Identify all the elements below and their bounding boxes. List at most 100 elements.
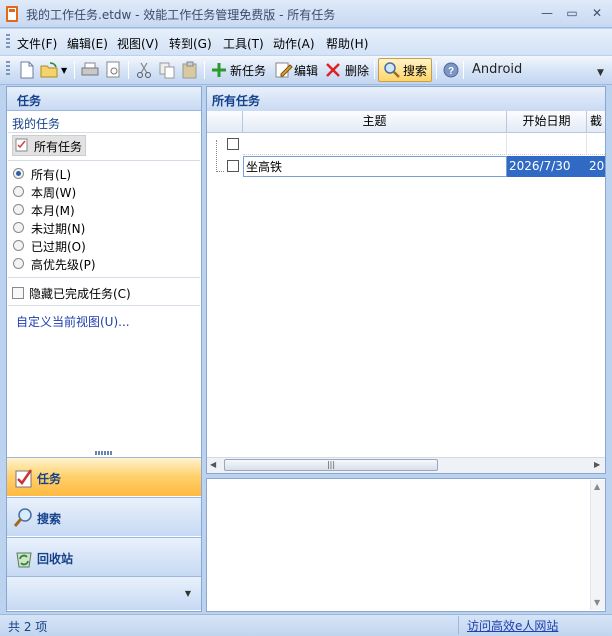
tasks-icon xyxy=(13,467,35,489)
toolbar-separator xyxy=(128,61,129,79)
my-tasks-label: 我的任务 xyxy=(12,117,61,131)
print-icon[interactable] xyxy=(80,60,100,80)
search-icon xyxy=(382,60,402,80)
tree-line xyxy=(216,140,217,172)
filter-label-all[interactable]: 所有(L) xyxy=(31,166,71,183)
scroll-up-icon[interactable]: ▲ xyxy=(594,482,600,491)
toolbar-grip[interactable] xyxy=(6,61,10,77)
table-row[interactable] xyxy=(243,134,605,155)
nav-pane-options[interactable]: ▼ xyxy=(7,576,201,610)
filter-radio-week[interactable] xyxy=(13,186,24,197)
column-header-start-date[interactable]: 开始日期 xyxy=(507,111,587,133)
menu-grip[interactable] xyxy=(6,34,10,50)
delete-button[interactable]: 删除 xyxy=(345,62,369,79)
open-dropdown-icon[interactable]: ▼ xyxy=(61,66,67,75)
search-field[interactable]: Android xyxy=(466,60,594,80)
open-folder-icon[interactable] xyxy=(39,60,59,80)
print-preview-icon[interactable] xyxy=(103,60,123,80)
filter-label-week[interactable]: 本周(W) xyxy=(31,184,76,201)
customize-view-link[interactable]: 自定义当前视图(U)... xyxy=(16,313,130,330)
filter-label-not-expired[interactable]: 未过期(N) xyxy=(31,220,85,237)
row-checkbox[interactable] xyxy=(227,160,239,172)
panel-splitter[interactable] xyxy=(95,451,113,455)
scroll-right-icon[interactable]: ▶ xyxy=(594,460,600,469)
filter-radio-expired[interactable] xyxy=(13,240,24,251)
search-button-label: 搜索 xyxy=(403,64,428,78)
filter-radio-all[interactable] xyxy=(13,168,24,179)
status-separator xyxy=(458,616,459,634)
nav-tasks-label: 任务 xyxy=(37,472,62,486)
all-tasks-label: 所有任务 xyxy=(34,140,83,154)
svg-text:?: ? xyxy=(448,66,454,77)
tree-line xyxy=(216,171,224,172)
copy-icon[interactable] xyxy=(157,60,177,80)
menu-edit[interactable]: 编辑(E) xyxy=(67,35,108,52)
recycle-bin-icon xyxy=(13,547,35,569)
divider xyxy=(8,305,200,306)
vertical-scrollbar[interactable] xyxy=(590,480,605,610)
filter-label-high-priority[interactable]: 高优先级(P) xyxy=(31,256,96,273)
delete-icon[interactable] xyxy=(323,60,343,80)
minimize-button[interactable]: — xyxy=(536,4,558,22)
filter-radio-not-expired[interactable] xyxy=(13,222,24,233)
cut-icon[interactable] xyxy=(134,60,154,80)
nav-search-label: 搜索 xyxy=(37,512,62,526)
filter-radio-high-priority[interactable] xyxy=(13,258,24,269)
cell-subject[interactable]: 坐高铁 xyxy=(243,156,507,177)
grid-header: 主题 开始日期 截 xyxy=(207,111,605,133)
close-button[interactable]: ✕ xyxy=(586,4,608,22)
column-header-due[interactable]: 截 xyxy=(587,111,605,133)
scroll-left-icon[interactable]: ◀ xyxy=(210,460,216,469)
divider xyxy=(8,132,200,133)
cell-subject[interactable] xyxy=(243,134,507,155)
app-icon xyxy=(6,6,18,22)
filter-label-expired[interactable]: 已过期(O) xyxy=(31,238,86,255)
cell-due-date[interactable]: 202 xyxy=(587,156,605,177)
new-task-button[interactable]: 新任务 xyxy=(230,62,266,79)
visit-website-link[interactable]: 访问高效e人网站 xyxy=(467,617,558,634)
toolbar-separator xyxy=(204,61,205,79)
edit-button[interactable]: 编辑 xyxy=(294,62,318,79)
paste-icon[interactable] xyxy=(180,60,200,80)
plus-icon[interactable] xyxy=(209,60,229,80)
toolbar-separator xyxy=(74,61,75,79)
menu-tools[interactable]: 工具(T) xyxy=(223,35,264,52)
divider xyxy=(8,277,200,278)
new-doc-icon[interactable] xyxy=(17,60,37,80)
column-header-subject[interactable]: 主题 xyxy=(243,111,507,133)
nav-recycle-label: 回收站 xyxy=(37,552,74,566)
column-header-check[interactable] xyxy=(207,111,243,133)
task-grid-title: 所有任务 xyxy=(207,87,605,111)
preview-panel[interactable] xyxy=(206,478,606,612)
maximize-button[interactable]: ▭ xyxy=(561,4,583,22)
left-panel-header: 任务 xyxy=(7,87,201,111)
chevron-down-icon: ▼ xyxy=(184,589,191,598)
edit-icon[interactable] xyxy=(273,60,293,80)
cell-start-date[interactable]: 2026/7/30 xyxy=(507,156,587,177)
menu-goto[interactable]: 转到(G) xyxy=(169,35,212,52)
scroll-down-icon[interactable]: ▼ xyxy=(594,598,600,607)
toolbar-separator xyxy=(436,61,437,79)
menu-view[interactable]: 视图(V) xyxy=(117,35,159,52)
nav-search-button[interactable]: 搜索 xyxy=(7,497,201,536)
cell-start-date[interactable] xyxy=(507,134,587,155)
filter-label-month[interactable]: 本月(M) xyxy=(31,202,75,219)
menu-help[interactable]: 帮助(H) xyxy=(326,35,368,52)
toolbar-overflow-icon[interactable]: ▼ xyxy=(597,68,607,82)
menu-action[interactable]: 动作(A) xyxy=(273,35,315,52)
table-row[interactable]: 坐高铁 2026/7/30 202 xyxy=(243,156,605,177)
search-icon xyxy=(13,507,35,529)
hide-completed-checkbox[interactable] xyxy=(12,287,24,299)
toolbar-separator xyxy=(374,61,375,79)
scroll-thumb[interactable]: ||| xyxy=(224,459,438,471)
menu-file[interactable]: 文件(F) xyxy=(17,35,57,52)
toolbar-separator xyxy=(463,61,464,79)
nav-tasks-button[interactable]: 任务 xyxy=(7,457,201,496)
nav-recycle-button[interactable]: 回收站 xyxy=(7,537,201,576)
task-list-icon xyxy=(15,138,28,152)
filter-radio-month[interactable] xyxy=(13,204,24,215)
help-icon[interactable]: ? xyxy=(441,60,461,80)
row-checkbox[interactable] xyxy=(227,138,239,150)
divider xyxy=(8,160,200,161)
hide-completed-label[interactable]: 隐藏已完成任务(C) xyxy=(29,285,131,302)
